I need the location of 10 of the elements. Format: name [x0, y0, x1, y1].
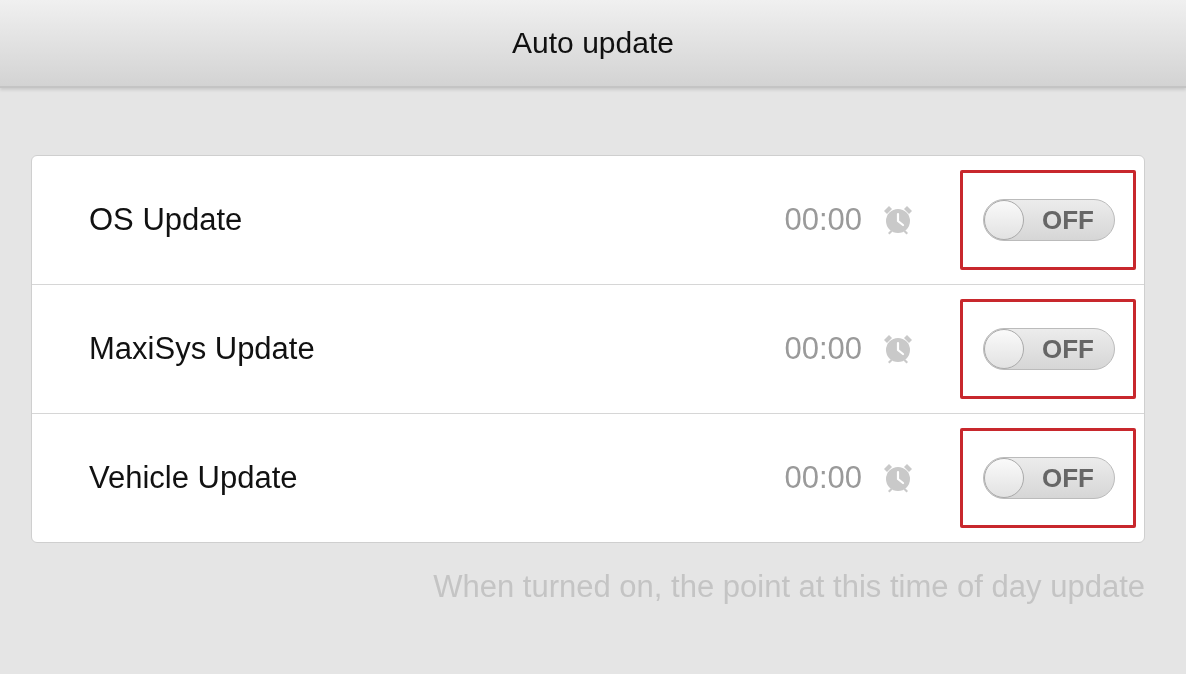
page-title: Auto update: [512, 26, 674, 60]
toggle-switch[interactable]: OFF: [983, 199, 1115, 241]
setting-label: Vehicle Update: [89, 460, 299, 496]
toggle-switch[interactable]: OFF: [983, 328, 1115, 370]
setting-label: MaxiSys Update: [89, 331, 316, 367]
time-value[interactable]: 00:00: [784, 202, 862, 238]
toggle-switch[interactable]: OFF: [983, 457, 1115, 499]
time-value[interactable]: 00:00: [784, 331, 862, 367]
setting-label: OS Update: [89, 202, 244, 238]
time-value[interactable]: 00:00: [784, 460, 862, 496]
